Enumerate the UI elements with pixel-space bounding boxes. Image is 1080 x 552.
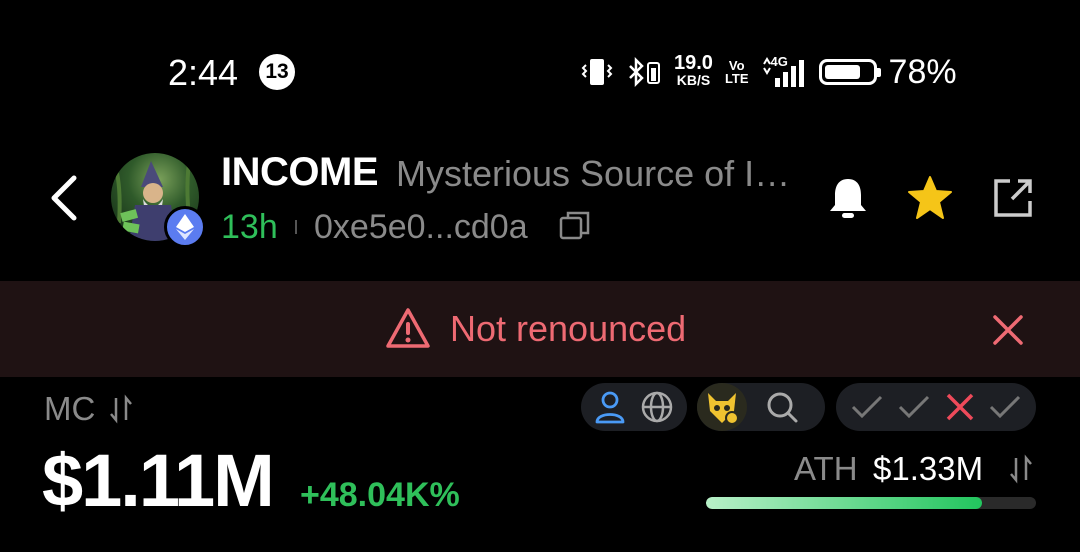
ath-value: $1.33M bbox=[873, 450, 984, 487]
bell-icon[interactable] bbox=[825, 175, 871, 221]
warning-text: Not renounced bbox=[450, 308, 687, 349]
search-icon[interactable] bbox=[765, 390, 799, 424]
share-icon[interactable] bbox=[992, 177, 1034, 219]
back-arrow-icon[interactable] bbox=[44, 172, 84, 224]
battery-icon bbox=[818, 59, 881, 85]
market-cap-value: $1.11M bbox=[42, 439, 275, 522]
check-icon bbox=[990, 395, 1021, 419]
check-icon bbox=[899, 395, 930, 419]
network-speed-unit: KB/S bbox=[676, 72, 711, 88]
close-icon[interactable] bbox=[990, 312, 1026, 348]
star-icon[interactable] bbox=[906, 175, 954, 221]
market-cap-label: MC bbox=[44, 390, 96, 427]
notification-count-badge: 13 bbox=[259, 54, 295, 90]
copy-icon[interactable] bbox=[558, 209, 592, 243]
owl-audit-icon[interactable] bbox=[697, 383, 747, 431]
contract-address[interactable]: 0xe5e0...cd0a bbox=[314, 208, 528, 247]
network-speed: 19.0 KB/S bbox=[674, 52, 713, 89]
security-checks-pill[interactable] bbox=[836, 383, 1036, 431]
market-cap-change: +48.04K% bbox=[300, 476, 460, 514]
ath-label: ATH bbox=[794, 450, 858, 487]
ethereum-icon bbox=[164, 206, 206, 248]
warning-icon bbox=[386, 308, 430, 348]
user-icon[interactable] bbox=[594, 390, 626, 424]
bluetooth-battery-icon bbox=[629, 57, 660, 87]
token-age: 13h bbox=[221, 208, 278, 246]
sort-icon[interactable] bbox=[108, 394, 134, 424]
network-speed-value: 19.0 bbox=[674, 52, 713, 74]
volte-indicator: Vo LTE bbox=[725, 59, 749, 85]
status-icons: 19.0 KB/S Vo LTE 4G 78% bbox=[580, 52, 957, 92]
signal-icon bbox=[762, 57, 804, 87]
cross-icon bbox=[946, 393, 974, 421]
token-name: Mysterious Source of I… bbox=[396, 153, 791, 194]
token-symbol: INCOME bbox=[221, 150, 379, 194]
ath-progress-bar bbox=[706, 497, 1036, 509]
check-icon bbox=[851, 395, 882, 419]
battery-percent: 78% bbox=[888, 52, 957, 91]
signal-indicator: 4G bbox=[761, 54, 807, 88]
volte-bottom: LTE bbox=[724, 71, 749, 86]
vibrate-icon bbox=[581, 59, 613, 85]
globe-icon[interactable] bbox=[640, 390, 674, 424]
sort-icon[interactable] bbox=[1008, 454, 1034, 484]
audit-search-pill[interactable] bbox=[697, 383, 825, 431]
social-links-pill[interactable] bbox=[581, 383, 687, 431]
ath-progress-fill bbox=[706, 497, 982, 509]
divider bbox=[295, 220, 297, 234]
status-time: 2:44 bbox=[168, 52, 239, 93]
